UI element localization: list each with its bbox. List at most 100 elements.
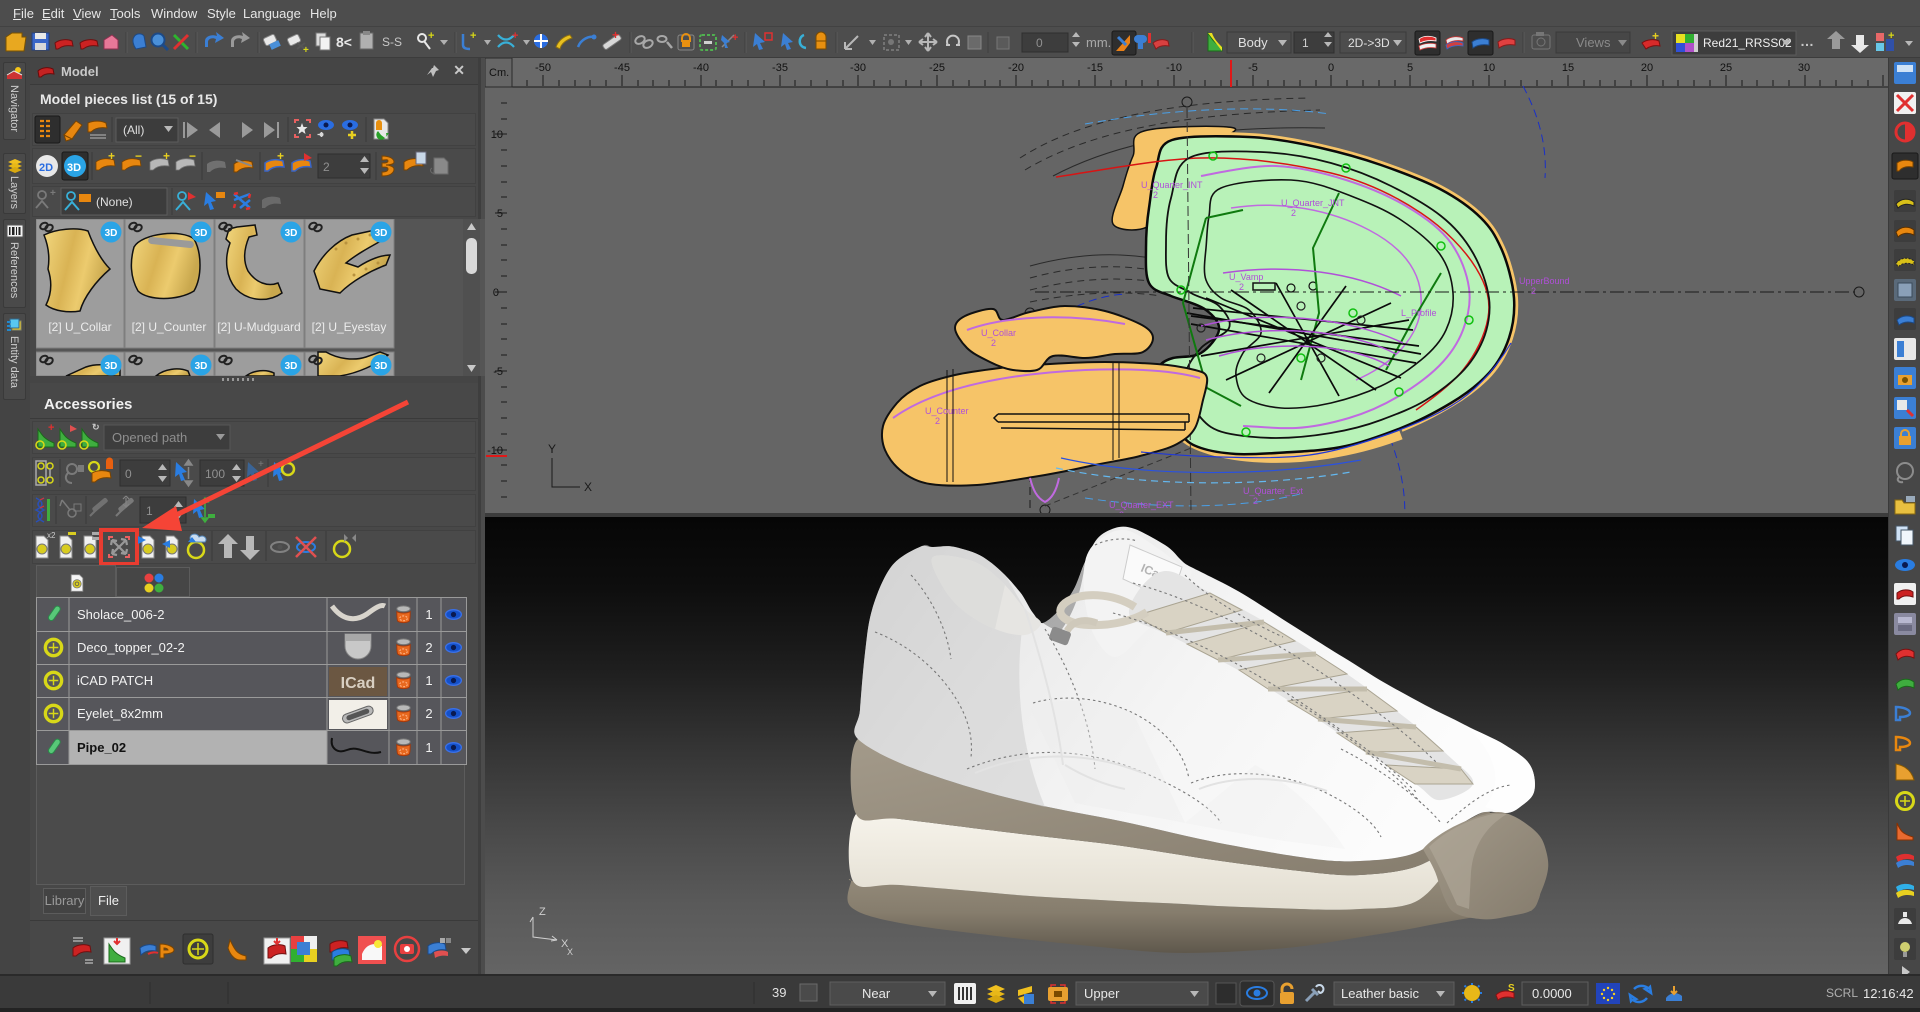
svg-text:+: + — [612, 28, 619, 42]
svg-text:3D: 3D — [285, 361, 298, 372]
svg-text:-10: -10 — [1166, 62, 1182, 74]
svg-text:0: 0 — [1328, 62, 1334, 74]
svg-text:+: + — [470, 30, 476, 42]
svg-text:+: + — [50, 188, 56, 199]
svg-text:Pipe_02: Pipe_02 — [77, 740, 126, 755]
svg-text:3D: 3D — [195, 361, 208, 372]
svg-text:Leather basic: Leather basic — [1341, 986, 1420, 1001]
svg-text:U_Counter: U_Counter — [925, 406, 969, 416]
svg-text:+: + — [258, 459, 264, 470]
svg-text:15: 15 — [1562, 62, 1574, 74]
svg-text:2: 2 — [323, 160, 330, 174]
svg-text:20: 20 — [1641, 62, 1653, 74]
svg-text:U_Quarter_INT: U_Quarter_INT — [1141, 180, 1203, 190]
svg-text:Upper: Upper — [1084, 986, 1120, 1001]
svg-text:↻: ↻ — [92, 422, 100, 432]
svg-text:-20: -20 — [1008, 62, 1024, 74]
svg-text:30: 30 — [1798, 62, 1810, 74]
svg-text:2D: 2D — [39, 162, 53, 174]
svg-text:X: X — [584, 480, 592, 494]
svg-text:3D: 3D — [285, 228, 298, 239]
svg-text:2: 2 — [1291, 208, 1296, 218]
svg-text:U_Quarter_JNT: U_Quarter_JNT — [1281, 198, 1345, 208]
svg-text:3D: 3D — [67, 162, 81, 174]
svg-text:[2] U-Mudguard: [2] U-Mudguard — [217, 320, 300, 334]
svg-text:2: 2 — [1153, 190, 1158, 200]
svg-text:Views: Views — [1576, 35, 1611, 50]
svg-text:UpperBound: UpperBound — [1519, 276, 1570, 286]
svg-text:12:16:42: 12:16:42 — [1863, 986, 1914, 1001]
svg-text:25: 25 — [1720, 62, 1732, 74]
svg-text:2: 2 — [425, 706, 432, 721]
svg-text:0: 0 — [1036, 36, 1043, 50]
svg-text:-25: -25 — [929, 62, 945, 74]
svg-text:X: X — [567, 947, 573, 957]
svg-text:5: 5 — [497, 208, 503, 220]
svg-text:x2: x2 — [47, 531, 56, 540]
svg-text:Opened path: Opened path — [112, 430, 187, 445]
svg-text:Cm.: Cm. — [489, 67, 509, 79]
svg-text:3D: 3D — [105, 228, 118, 239]
svg-text:+: + — [512, 30, 518, 42]
svg-text:100: 100 — [205, 467, 225, 481]
svg-text:U_Quarter_EXT: U_Quarter_EXT — [1109, 500, 1174, 510]
svg-text:2: 2 — [1239, 282, 1244, 292]
svg-text:-35: -35 — [772, 62, 788, 74]
svg-text:2: 2 — [1531, 286, 1536, 296]
svg-text:iCAD PATCH: iCAD PATCH — [77, 673, 153, 688]
svg-text:L_Profile: L_Profile — [1401, 308, 1437, 318]
svg-text:mm.: mm. — [1086, 35, 1111, 50]
svg-text:(None): (None) — [96, 195, 133, 209]
svg-text:+: + — [732, 32, 738, 44]
svg-text:+: + — [163, 149, 170, 163]
svg-text:10: 10 — [491, 129, 503, 141]
svg-text:3D: 3D — [195, 228, 208, 239]
svg-text:ICad: ICad — [341, 675, 376, 692]
svg-text:0.0000: 0.0000 — [1532, 986, 1572, 1001]
svg-text:+: + — [1888, 30, 1894, 42]
svg-text:-5: -5 — [1248, 62, 1258, 74]
svg-text:Near: Near — [862, 986, 891, 1001]
svg-text:+: + — [428, 30, 434, 42]
svg-text:Sholace_006-2: Sholace_006-2 — [77, 607, 164, 622]
svg-text:1: 1 — [146, 504, 153, 518]
svg-text:1: 1 — [425, 740, 432, 755]
svg-text:3D: 3D — [375, 361, 388, 372]
svg-text:2: 2 — [425, 640, 432, 655]
svg-text:Deco_topper_02-2: Deco_topper_02-2 — [77, 640, 185, 655]
svg-text:10: 10 — [1483, 62, 1495, 74]
svg-text:[2] U_Eyestay: [2] U_Eyestay — [312, 320, 387, 334]
svg-text:-45: -45 — [614, 62, 630, 74]
svg-text:-40: -40 — [693, 62, 709, 74]
svg-text:0: 0 — [493, 287, 499, 299]
svg-text:-15: -15 — [1087, 62, 1103, 74]
svg-text:39: 39 — [772, 985, 786, 1000]
svg-text:U_Vamp: U_Vamp — [1229, 272, 1263, 282]
svg-text:Body: Body — [1238, 35, 1268, 50]
svg-text:2D->3D: 2D->3D — [1348, 36, 1390, 50]
svg-text:Y: Y — [548, 442, 556, 456]
svg-text:S-S: S-S — [382, 35, 402, 49]
svg-text:−: − — [189, 149, 196, 163]
svg-text:-30: -30 — [850, 62, 866, 74]
svg-text:0: 0 — [125, 467, 132, 481]
svg-text:2: 2 — [935, 416, 940, 426]
svg-text:8<: 8< — [336, 34, 352, 50]
svg-text:[2] U_Counter: [2] U_Counter — [132, 320, 207, 334]
svg-text:−: − — [135, 149, 142, 163]
svg-text:-50: -50 — [535, 62, 551, 74]
svg-text:Red21_RRSS02: Red21_RRSS02 — [1703, 36, 1792, 50]
svg-text:+: + — [277, 149, 284, 163]
svg-text:…: … — [1800, 33, 1814, 49]
svg-text:5: 5 — [1407, 62, 1413, 74]
svg-text:SCRL: SCRL — [1826, 986, 1858, 1000]
svg-text:U_Quarter_Ext: U_Quarter_Ext — [1243, 486, 1304, 496]
svg-text:U_Collar: U_Collar — [981, 328, 1016, 338]
svg-text:+: + — [303, 45, 309, 56]
svg-text:(All): (All) — [123, 123, 144, 137]
svg-text:3D: 3D — [105, 361, 118, 372]
svg-text:-5: -5 — [493, 366, 503, 378]
svg-text:[2] U_Collar: [2] U_Collar — [48, 320, 111, 334]
svg-text:1: 1 — [425, 607, 432, 622]
svg-text:2: 2 — [1253, 496, 1258, 506]
